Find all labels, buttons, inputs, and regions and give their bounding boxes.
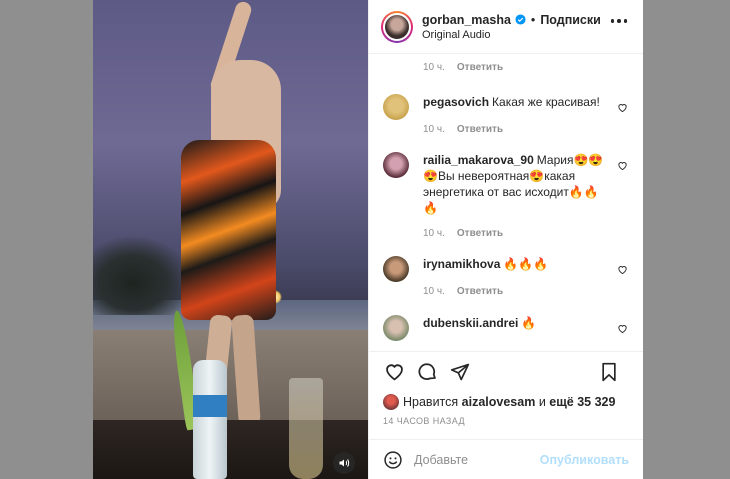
emoji-icon[interactable] bbox=[383, 450, 403, 470]
likes-count[interactable]: ещё 35 329 bbox=[549, 395, 615, 409]
video-wine-glass bbox=[289, 378, 323, 479]
following-button[interactable]: Подписки bbox=[540, 13, 601, 27]
list-item: dubenskii.andrei 🔥 bbox=[383, 315, 638, 341]
liker-avatar[interactable] bbox=[383, 394, 399, 410]
comment-username[interactable]: irynamikhova bbox=[423, 257, 500, 271]
comment-like-heart-icon[interactable] bbox=[617, 102, 628, 113]
comment-avatar[interactable] bbox=[383, 152, 409, 178]
post-actions bbox=[369, 351, 643, 391]
author-username[interactable]: gorban_masha bbox=[422, 13, 511, 27]
post-video[interactable] bbox=[93, 0, 368, 479]
reply-button[interactable]: Ответить bbox=[457, 124, 503, 135]
audio-link[interactable]: Original Audio bbox=[422, 29, 601, 41]
reply-button[interactable]: Ответить bbox=[457, 286, 503, 297]
share-icon[interactable] bbox=[449, 361, 471, 383]
comment-composer: Добавьте Опубликовать bbox=[369, 439, 643, 479]
comment-text: 🔥🔥🔥 bbox=[503, 257, 549, 271]
video-palms bbox=[93, 235, 193, 315]
comment-time: 10 ч. bbox=[423, 62, 445, 73]
comment-time: 10 ч. bbox=[423, 228, 445, 239]
post-header: gorban_masha • Подписки Original Audio bbox=[369, 0, 643, 54]
comment-icon[interactable] bbox=[416, 361, 438, 383]
author-avatar[interactable] bbox=[381, 10, 413, 43]
list-item: irynamikhova 🔥🔥🔥 10 ч. Ответить bbox=[383, 256, 638, 297]
video-flame-dress bbox=[181, 140, 276, 320]
post-timestamp[interactable]: 14 ЧАСОВ НАЗАД bbox=[369, 413, 643, 439]
verified-badge-icon bbox=[515, 14, 526, 25]
comment-like-heart-icon[interactable] bbox=[617, 264, 628, 275]
separator-dot: • bbox=[530, 12, 536, 27]
likes-and: и bbox=[538, 395, 546, 409]
video-bottle-label bbox=[193, 395, 227, 417]
comment-avatar[interactable] bbox=[383, 256, 409, 282]
comment-like-heart-icon[interactable] bbox=[617, 323, 628, 334]
reply-button[interactable]: Ответить bbox=[457, 228, 503, 239]
heart-icon[interactable] bbox=[383, 361, 405, 383]
likes-summary: Нравится aizalovesam и ещё 35 329 bbox=[369, 391, 643, 413]
list-item: pegasovich Какая же красивая! 10 ч. Ответи… bbox=[383, 94, 638, 135]
comment-time: 10 ч. bbox=[423, 286, 445, 297]
post-sidebar: gorban_masha • Подписки Original Audio 1… bbox=[368, 0, 643, 479]
liker-username[interactable]: aizalovesam bbox=[462, 395, 536, 409]
comment-text: Какая же красивая! bbox=[492, 95, 600, 109]
comment-like-heart-icon[interactable] bbox=[617, 160, 628, 171]
more-options-icon[interactable] bbox=[610, 19, 627, 23]
bookmark-icon[interactable] bbox=[598, 361, 620, 383]
comment-avatar[interactable] bbox=[383, 315, 409, 341]
post-modal: gorban_masha • Подписки Original Audio 1… bbox=[93, 0, 643, 479]
comment-username[interactable]: pegasovich bbox=[423, 95, 489, 109]
comment-avatar[interactable] bbox=[383, 94, 409, 120]
list-item: railia_makarova_90 Мария😍😍😍Вы невероятная… bbox=[383, 152, 638, 239]
likes-prefix: Нравится bbox=[403, 395, 459, 409]
speaker-icon[interactable] bbox=[333, 452, 355, 474]
comment-time: 10 ч. bbox=[423, 124, 445, 135]
comments-list[interactable]: 10 ч. Ответить pegasovich Какая же красив… bbox=[369, 54, 643, 351]
video-table bbox=[93, 420, 368, 479]
comment-text: 🔥 bbox=[521, 316, 537, 330]
video-water-bottle bbox=[193, 360, 227, 479]
comment-input[interactable]: Добавьте bbox=[414, 453, 468, 467]
comment-meta: 10 ч. Ответить bbox=[423, 62, 503, 73]
publish-button[interactable]: Опубликовать bbox=[540, 453, 629, 467]
comment-username[interactable]: dubenskii.andrei bbox=[423, 316, 518, 330]
reply-button[interactable]: Ответить bbox=[457, 62, 503, 73]
comment-username[interactable]: railia_makarova_90 bbox=[423, 153, 534, 167]
